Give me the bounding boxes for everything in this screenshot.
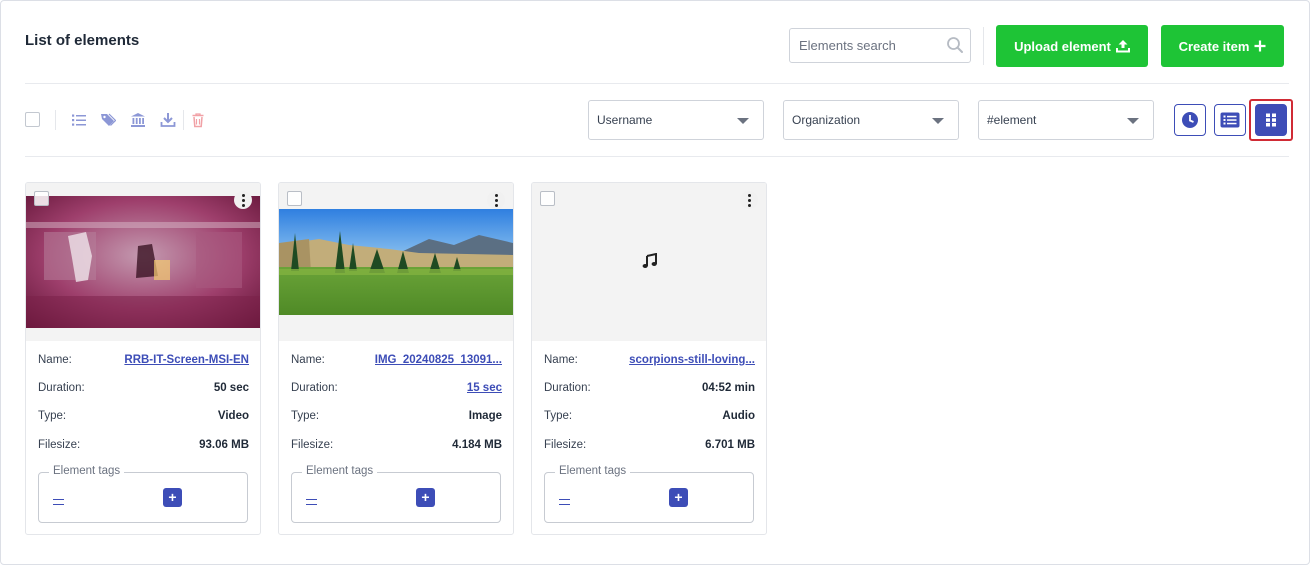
duration-row: Duration: 15 sec [291, 382, 502, 398]
card-media[interactable] [26, 183, 260, 341]
username-filter[interactable]: Username [588, 100, 764, 140]
type-row: Type: Image [291, 410, 502, 426]
element-name-link[interactable]: RRB-IT-Screen-MSI-EN [124, 354, 249, 366]
name-row: Name: IMG_20240825_13091... [291, 354, 502, 370]
filesize-label: Filesize: [291, 439, 334, 451]
type-row: Type: Audio [544, 410, 755, 426]
chevron-down-icon [932, 118, 944, 124]
search-field[interactable] [789, 28, 971, 63]
toolbar-divider [183, 110, 184, 130]
filesize-value: 4.184 MB [452, 439, 502, 451]
more-options-icon[interactable] [487, 191, 505, 209]
trash-icon[interactable] [190, 112, 206, 128]
create-item-label: Create item [1178, 38, 1250, 54]
type-value: Audio [722, 410, 755, 422]
element-name-link[interactable]: scorpions-still-loving... [629, 354, 755, 366]
duration-value-link[interactable]: 15 sec [467, 382, 502, 394]
search-icon[interactable] [946, 36, 964, 54]
card-media[interactable] [279, 183, 513, 341]
video-thumbnail[interactable] [26, 196, 260, 328]
element-name-link[interactable]: IMG_20240825_13091... [375, 354, 502, 366]
page-title: List of elements [25, 32, 140, 49]
element-tags-label: Element tags [555, 465, 631, 477]
type-value: Image [468, 410, 502, 422]
list-view-icon [1220, 112, 1240, 128]
filesize-label: Filesize: [38, 439, 81, 451]
card-checkbox[interactable] [34, 191, 49, 206]
list-view-button[interactable] [1214, 104, 1246, 136]
organization-filter-label: Organization [792, 113, 861, 127]
filesize-value: 93.06 MB [199, 439, 249, 451]
element-filter[interactable]: #element [978, 100, 1154, 140]
upload-element-button[interactable]: Upload element [996, 25, 1148, 67]
add-tag-button[interactable]: + [416, 488, 435, 507]
card-checkbox[interactable] [287, 191, 302, 206]
element-tags-box: Element tags + [291, 465, 501, 523]
header-divider [983, 27, 984, 65]
filesize-value: 6.701 MB [705, 439, 755, 451]
add-tag-button[interactable]: + [163, 488, 182, 507]
element-tags-label: Element tags [49, 465, 125, 477]
more-options-icon[interactable] [740, 191, 758, 209]
list-icon[interactable] [71, 112, 87, 128]
name-row: Name: RRB-IT-Screen-MSI-EN [38, 354, 249, 370]
duration-label: Duration: [291, 382, 338, 394]
add-tag-button[interactable]: + [669, 488, 688, 507]
filesize-row: Filesize: 6.701 MB [544, 439, 755, 455]
organization-filter[interactable]: Organization [783, 100, 959, 140]
filesize-row: Filesize: 4.184 MB [291, 439, 502, 455]
card-media[interactable] [532, 183, 766, 341]
type-label: Type: [291, 410, 320, 422]
username-filter-label: Username [597, 113, 653, 127]
clock-view-button[interactable] [1174, 104, 1206, 136]
landscape-photo[interactable] [279, 209, 513, 315]
more-options-icon[interactable] [234, 191, 252, 209]
element-filter-label: #element [987, 113, 1037, 127]
select-all-checkbox[interactable] [25, 112, 40, 127]
download-icon[interactable] [160, 112, 176, 128]
upload-element-label: Upload element [1014, 38, 1111, 54]
duration-row: Duration: 04:52 min [544, 382, 755, 398]
chevron-down-icon [737, 118, 749, 124]
duration-value: 50 sec [213, 382, 249, 394]
name-label: Name: [544, 354, 578, 366]
duration-label: Duration: [544, 382, 591, 394]
upload-icon [1115, 40, 1130, 53]
plus-icon [1254, 40, 1266, 52]
element-card[interactable]: Name: RRB-IT-Screen-MSI-EN Duration: 50 … [25, 182, 261, 535]
toolbar-divider [55, 110, 56, 130]
name-label: Name: [291, 354, 325, 366]
institution-icon[interactable] [130, 112, 146, 128]
filesize-label: Filesize: [544, 439, 587, 451]
element-card[interactable]: Name: scorpions-still-loving... Duration… [531, 182, 767, 535]
header-divider-line [25, 83, 1289, 84]
search-input[interactable] [790, 29, 940, 62]
create-item-button[interactable]: Create item [1161, 25, 1284, 67]
tags-icon[interactable] [100, 112, 116, 128]
equals-icon[interactable] [559, 499, 570, 505]
duration-value: 04:52 min [701, 382, 755, 394]
element-tags-box: Element tags + [544, 465, 754, 523]
element-tags-box: Element tags + [38, 465, 248, 523]
name-label: Name: [38, 354, 72, 366]
panel: List of elements Upload element Create i… [0, 0, 1310, 565]
duration-row: Duration: 50 sec [38, 382, 249, 398]
type-label: Type: [544, 410, 573, 422]
active-view-highlight [1249, 99, 1293, 141]
toolbar-divider-line [25, 156, 1289, 157]
type-label: Type: [38, 410, 67, 422]
clock-icon [1182, 112, 1198, 128]
card-checkbox[interactable] [540, 191, 555, 206]
chevron-down-icon [1127, 118, 1139, 124]
element-tags-label: Element tags [302, 465, 378, 477]
filesize-row: Filesize: 93.06 MB [38, 439, 249, 455]
equals-icon[interactable] [53, 499, 64, 505]
type-row: Type: Video [38, 410, 249, 426]
name-row: Name: scorpions-still-loving... [544, 354, 755, 370]
type-value: Video [217, 410, 249, 422]
music-note-icon [642, 253, 657, 268]
equals-icon[interactable] [306, 499, 317, 505]
duration-label: Duration: [38, 382, 85, 394]
element-card[interactable]: Name: IMG_20240825_13091... Duration: 15… [278, 182, 514, 535]
